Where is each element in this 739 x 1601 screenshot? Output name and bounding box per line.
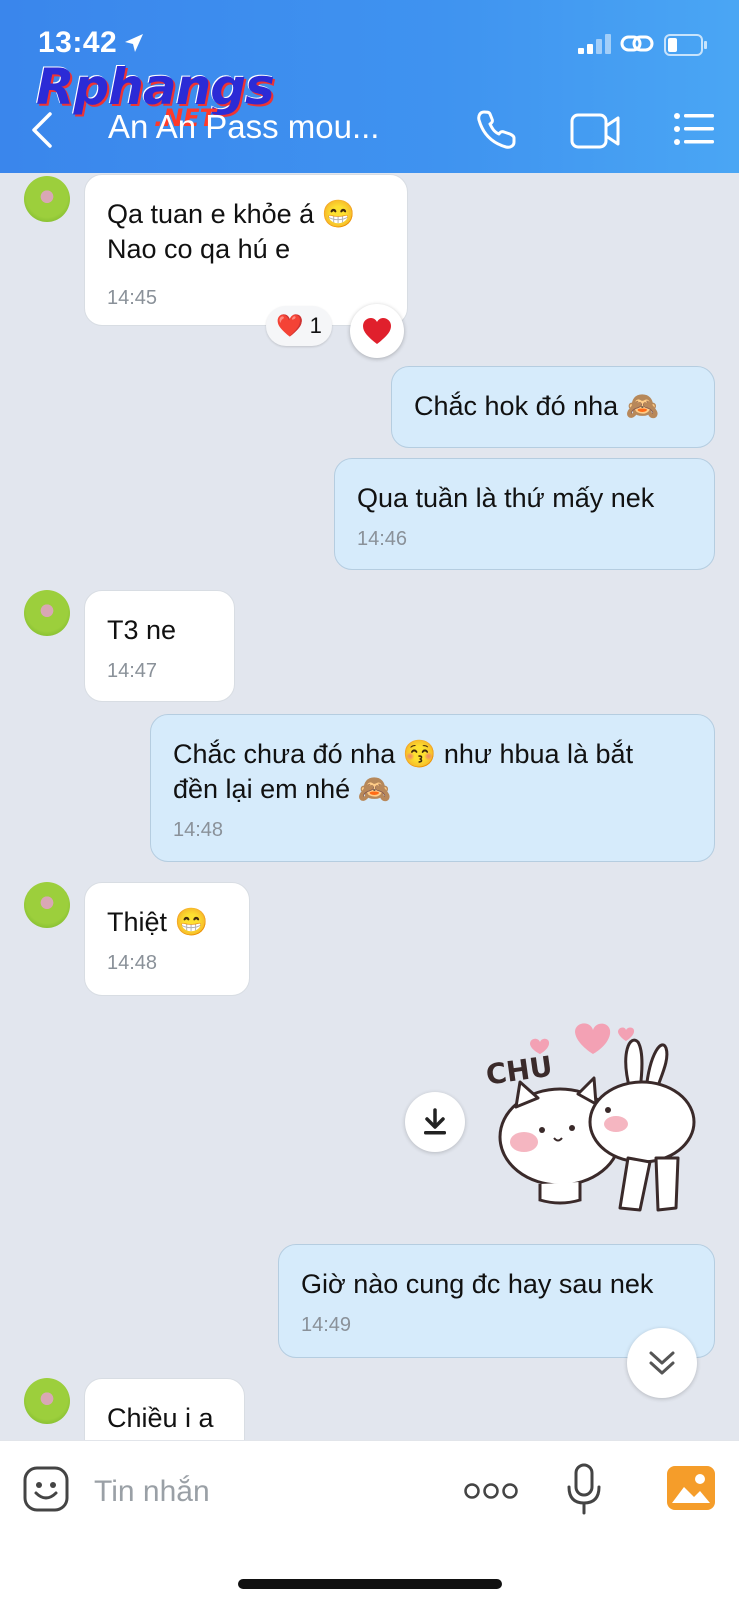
contact-avatar[interactable] [24, 882, 70, 928]
download-button[interactable] [405, 1092, 465, 1152]
message-text: Qua tuần là thứ mấy nek [357, 483, 655, 513]
message-input[interactable] [92, 1469, 436, 1515]
message-text: T3 ne [107, 615, 177, 645]
contact-avatar[interactable] [24, 1378, 70, 1424]
message-time: 14:48 [107, 952, 158, 974]
message-text: Chắc hok đó nha 🙈 [414, 391, 660, 421]
video-call-icon[interactable] [570, 112, 622, 150]
back-icon[interactable] [28, 110, 56, 150]
message-text: Chiều i a [107, 1403, 214, 1433]
list-menu-icon[interactable] [674, 112, 716, 146]
phone-call-icon[interactable] [474, 108, 518, 152]
status-time: 13:42 [38, 26, 118, 59]
download-icon [424, 1108, 446, 1135]
scroll-to-bottom-button[interactable] [627, 1328, 697, 1398]
message-bubble[interactable]: Thiệt 😁 14:48 [84, 882, 250, 996]
message-bubble[interactable]: T3 ne 14:47 [84, 590, 235, 702]
photo-gallery-icon[interactable] [666, 1465, 716, 1511]
message-text: đền lại em nhé 🙈 [173, 774, 392, 804]
react-heart-button[interactable] [350, 304, 404, 358]
microphone-icon[interactable] [566, 1463, 602, 1515]
message-bubble[interactable]: Qa tuan e khỏe á 😁 Nao co qa hú e 14:45 [84, 174, 408, 326]
sticker-image[interactable]: CHU [480, 1012, 710, 1234]
heart-icon [363, 318, 391, 344]
message-bubble[interactable]: Qua tuần là thứ mấy nek 14:46 [334, 458, 715, 570]
message-text: Thiệt 😁 [107, 907, 209, 937]
contact-avatar[interactable] [24, 176, 70, 222]
signal-icon [578, 34, 611, 54]
message-bubble[interactable]: Chắc chưa đó nha 😚 như hbua là bắt đền l… [150, 714, 715, 862]
message-input-bar [0, 1440, 739, 1601]
more-options-icon[interactable] [464, 1481, 518, 1501]
message-time: 14:47 [107, 660, 158, 682]
home-indicator [238, 1579, 502, 1589]
message-time: 14:48 [173, 819, 224, 841]
sticker-emoji-icon[interactable] [22, 1465, 70, 1513]
message-time: 14:46 [357, 528, 408, 550]
message-text: Chắc chưa đó nha 😚 như hbua là bắt [173, 739, 634, 769]
message-time: 14:49 [301, 1314, 352, 1336]
vpn-link-icon [620, 35, 654, 52]
message-text: Giờ nào cung đc hay sau nek [301, 1269, 654, 1299]
reaction-summary[interactable]: ❤️ 1 [266, 306, 332, 346]
location-arrow-icon [125, 34, 143, 52]
message-text: Nao co qa hú e [107, 234, 291, 264]
chat-title[interactable]: An An Pass mou... [108, 108, 379, 146]
contact-avatar[interactable] [24, 590, 70, 636]
message-text: Qa tuan e khỏe á 😁 [107, 199, 356, 229]
double-chevron-down-icon [649, 1351, 675, 1375]
message-bubble[interactable]: Chắc hok đó nha 🙈 [391, 366, 715, 448]
message-time: 14:45 [107, 287, 158, 309]
reaction-emoji: ❤️ [276, 313, 304, 338]
reaction-count: 1 [309, 313, 322, 338]
chat-header: 13:42 Rphangs .NET An An Pass mou... [0, 0, 739, 173]
battery-icon [664, 34, 707, 56]
